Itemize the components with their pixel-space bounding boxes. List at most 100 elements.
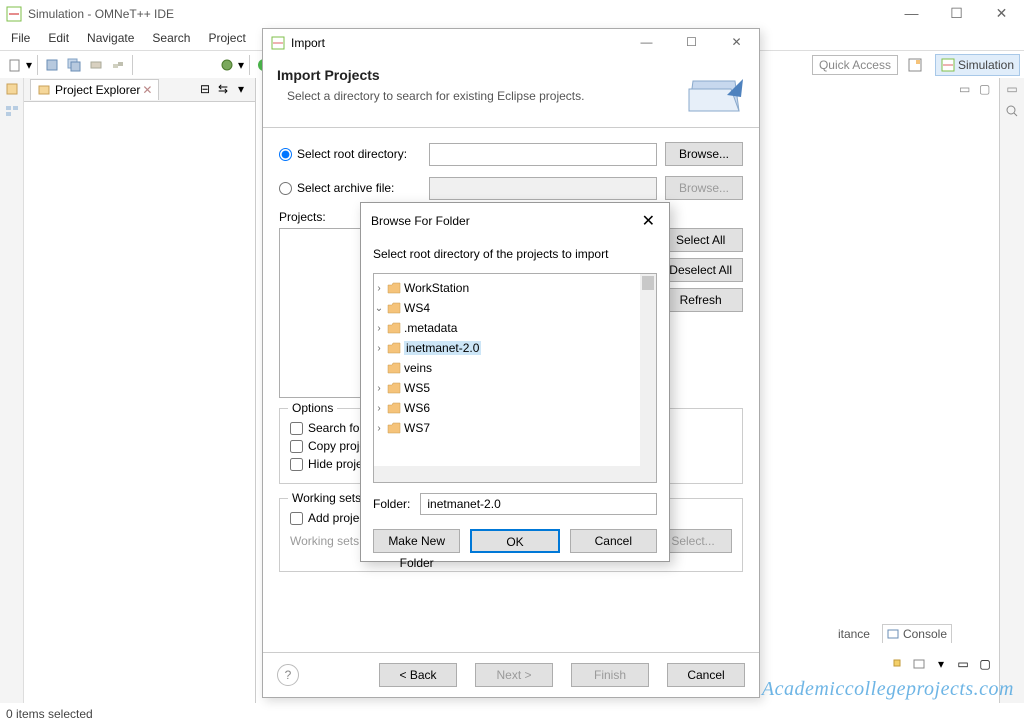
status-bar: 0 items selected <box>0 705 1024 725</box>
menu-search[interactable]: Search <box>143 28 199 50</box>
quick-access[interactable]: Quick Access <box>812 55 898 75</box>
properties-strip-icon[interactable] <box>0 100 23 122</box>
import-heading: Import Projects <box>277 67 584 83</box>
save-all-button[interactable] <box>63 54 85 76</box>
root-browse-button[interactable]: Browse... <box>665 142 743 166</box>
menu-file[interactable]: File <box>2 28 39 50</box>
display-console-icon[interactable] <box>910 655 928 673</box>
window-close[interactable]: ✕ <box>979 0 1024 28</box>
tab-inheritance[interactable]: itance <box>834 625 874 643</box>
project-explorer-tab-label[interactable]: Project Explorer ✕ <box>30 79 159 100</box>
collapse-all-icon[interactable]: ⊟ <box>197 82 213 98</box>
perspective-simulation[interactable]: Simulation <box>935 54 1020 76</box>
editor-minimize-icon[interactable]: ▭ <box>959 82 975 98</box>
new-button[interactable] <box>4 54 26 76</box>
menu-edit[interactable]: Edit <box>39 28 78 50</box>
back-button[interactable]: < Back <box>379 663 457 687</box>
link-editor-icon[interactable]: ⇆ <box>215 82 231 98</box>
close-tab-icon[interactable]: ✕ <box>142 83 152 97</box>
import-minimize[interactable]: — <box>624 29 669 57</box>
debug-button[interactable] <box>216 54 238 76</box>
cancel-button[interactable]: Cancel <box>667 663 745 687</box>
outline-strip-icon[interactable] <box>0 78 23 100</box>
select-all-button[interactable]: Select All <box>658 228 743 252</box>
import-maximize[interactable]: ☐ <box>669 29 714 57</box>
import-folder-art-icon <box>685 67 745 117</box>
pin-console-icon[interactable] <box>888 655 906 673</box>
right-view-strip: ▭ <box>1000 78 1024 703</box>
debug-dropdown[interactable]: ▾ <box>238 58 246 72</box>
tree-node-inetmanet[interactable]: ›inetmanet-2.0 <box>374 339 656 357</box>
project-explorer: Project Explorer ✕ ⊟ ⇆ ▾ <box>24 78 256 703</box>
help-icon[interactable]: ? <box>277 664 299 686</box>
tree-node-ws6[interactable]: ›WS6 <box>374 399 656 417</box>
console-dropdown-icon[interactable]: ▾ <box>932 655 950 673</box>
archive-browse-button: Browse... <box>665 176 743 200</box>
folder-icon <box>387 422 401 434</box>
new-dropdown[interactable]: ▾ <box>26 58 34 72</box>
import-dialog-icon <box>271 36 285 50</box>
expand-icon[interactable]: › <box>374 323 384 334</box>
tree-hscroll[interactable] <box>374 466 640 482</box>
build-button[interactable] <box>107 54 129 76</box>
restore-strip-icon[interactable]: ▭ <box>1000 78 1024 100</box>
tree-node-workstation[interactable]: ›WorkStation <box>374 279 656 297</box>
import-close[interactable]: ✕ <box>714 29 759 57</box>
tree-node-veins[interactable]: veins <box>374 359 656 377</box>
folder-icon <box>387 382 401 394</box>
console-minimize-icon[interactable]: ▭ <box>954 655 972 673</box>
archive-radio[interactable]: Select archive file: <box>279 181 429 195</box>
app-icon <box>6 6 22 22</box>
tab-console[interactable]: Console <box>882 624 952 643</box>
next-button: Next > <box>475 663 553 687</box>
tree-node-ws4[interactable]: ⌄WS4 <box>374 299 656 317</box>
expand-icon[interactable]: › <box>374 403 384 414</box>
root-dir-radio[interactable]: Select root directory: <box>279 147 429 161</box>
browse-close-icon[interactable]: ✕ <box>638 211 659 231</box>
folder-icon <box>387 302 401 314</box>
expand-icon[interactable]: › <box>374 343 384 354</box>
expand-icon[interactable]: › <box>374 283 384 294</box>
tree-node-ws7[interactable]: ›WS7 <box>374 419 656 437</box>
perspective-open[interactable] <box>902 54 931 76</box>
expand-icon[interactable]: › <box>374 383 384 394</box>
browse-cancel-button[interactable]: Cancel <box>570 529 657 553</box>
console-maximize-icon[interactable]: ▢ <box>976 655 994 673</box>
folder-input[interactable] <box>420 493 657 515</box>
refresh-button[interactable]: Refresh <box>658 288 743 312</box>
folder-icon <box>387 362 401 374</box>
expand-icon[interactable]: › <box>374 423 384 434</box>
bottom-tabs: itance Console <box>834 624 952 643</box>
collapse-icon[interactable]: ⌄ <box>374 303 384 314</box>
watermark: Academiccollegeprojects.com <box>762 678 1014 701</box>
import-footer: ? < Back Next > Finish Cancel <box>263 652 759 697</box>
folder-icon <box>387 282 401 294</box>
menu-project[interactable]: Project <box>199 28 254 50</box>
root-dir-combo[interactable] <box>429 143 657 166</box>
console-icon <box>887 628 899 640</box>
status-text: 0 items selected <box>6 707 93 721</box>
tree-vscroll[interactable] <box>640 274 656 482</box>
window-minimize[interactable]: — <box>889 0 934 28</box>
print-button[interactable] <box>85 54 107 76</box>
project-explorer-tab: Project Explorer ✕ ⊟ ⇆ ▾ <box>24 78 255 102</box>
make-new-folder-button[interactable]: Make New Folder <box>373 529 460 553</box>
editor-maximize-icon[interactable]: ▢ <box>979 82 995 98</box>
folder-label: Folder: <box>373 497 410 511</box>
browse-prompt: Select root directory of the projects to… <box>373 247 657 261</box>
ok-button[interactable]: OK <box>470 529 559 553</box>
finish-button: Finish <box>571 663 649 687</box>
main-titlebar: Simulation - OMNeT++ IDE — ☐ ✕ <box>0 0 1024 28</box>
window-maximize[interactable]: ☐ <box>934 0 979 28</box>
menu-navigate[interactable]: Navigate <box>78 28 143 50</box>
search-strip-icon[interactable] <box>1000 100 1024 122</box>
tree-node-metadata[interactable]: ›.metadata <box>374 319 656 337</box>
save-button[interactable] <box>41 54 63 76</box>
folder-tree[interactable]: ›WorkStation ⌄WS4 ›.metadata ›inetmanet-… <box>373 273 657 483</box>
window-title: Simulation - OMNeT++ IDE <box>28 7 174 21</box>
browse-title-text: Browse For Folder <box>371 214 470 228</box>
folder-icon <box>387 342 401 354</box>
deselect-all-button[interactable]: Deselect All <box>658 258 743 282</box>
view-menu-icon[interactable]: ▾ <box>233 82 249 98</box>
tree-node-ws5[interactable]: ›WS5 <box>374 379 656 397</box>
